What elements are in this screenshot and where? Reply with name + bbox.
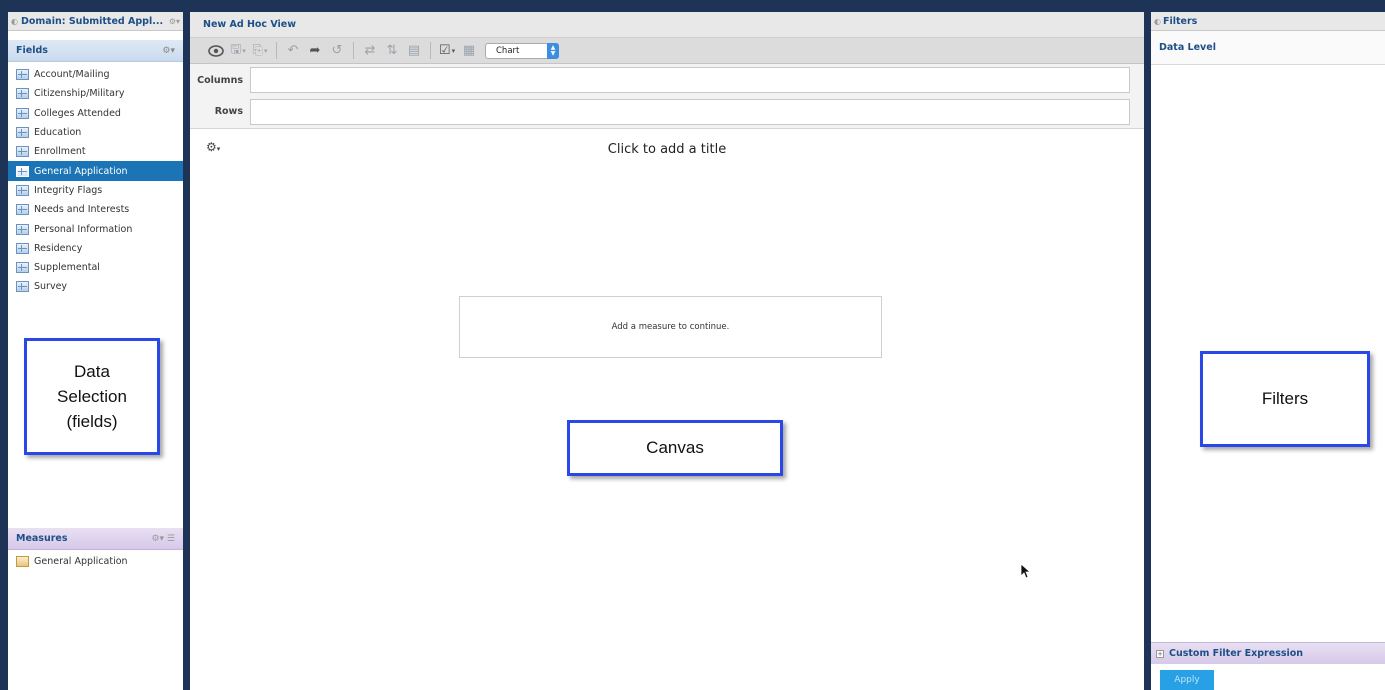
rows-drop-zone[interactable]	[250, 98, 1130, 125]
field-label: Integrity Flags	[34, 184, 103, 196]
canvas: ⚙▾ Click to add a title Add a measure to…	[190, 129, 1144, 690]
pivot-icon[interactable]: ⇄	[361, 42, 379, 60]
measures-header-label: Measures	[16, 533, 68, 544]
field-item[interactable]: Needs and Interests	[8, 200, 183, 219]
data-selection-panel: ◐ Domain: Submitted Appl... ⚙▾ Fields ⚙▾…	[8, 12, 183, 690]
mouse-pointer-icon	[1020, 563, 1031, 579]
save-icon[interactable]: 🖫 ▾	[229, 42, 247, 60]
toolbar-divider	[430, 42, 431, 59]
field-item[interactable]: Residency	[8, 239, 183, 258]
field-label: Supplemental	[34, 262, 100, 274]
data-source-icon[interactable]: ▦	[460, 42, 478, 60]
chart-title[interactable]: Click to add a title	[190, 142, 1144, 157]
table-icon	[16, 146, 29, 158]
filters-bar[interactable]: ◐ Filters	[1151, 12, 1385, 31]
data-selection-callout: Data Selection (fields)	[24, 338, 160, 455]
filters-title: Filters	[1162, 15, 1198, 27]
columns-drop-zone[interactable]	[250, 67, 1130, 93]
field-item[interactable]: Enrollment	[8, 142, 183, 161]
collapse-icon[interactable]: ◐	[11, 17, 18, 26]
custom-filter-expression-header[interactable]: + Custom Filter Expression	[1151, 642, 1385, 664]
field-label: Personal Information	[34, 223, 133, 235]
adhoc-designer: ◐ Domain: Submitted Appl... ⚙▾ Fields ⚙▾…	[0, 0, 1385, 690]
custom-filter-label: Custom Filter Expression	[1169, 648, 1304, 659]
fields-header: Fields ⚙▾	[8, 40, 183, 62]
toolbar-divider	[353, 42, 354, 59]
table-icon	[16, 281, 29, 293]
field-item[interactable]: Supplemental	[8, 258, 183, 277]
measure-table-icon	[16, 555, 29, 567]
table-icon	[16, 242, 29, 254]
field-item[interactable]: Integrity Flags	[8, 181, 183, 200]
view-type-value: Chart	[496, 45, 520, 56]
undo-all-icon[interactable]: ↺	[328, 42, 346, 60]
callout-line-2: Selection	[57, 387, 127, 406]
field-item[interactable]: Survey	[8, 277, 183, 296]
callout-line-3: (fields)	[66, 412, 118, 431]
table-icon	[16, 107, 29, 119]
field-label: Needs and Interests	[34, 204, 130, 216]
domain-gear-icon[interactable]: ⚙▾	[169, 17, 180, 26]
table-icon	[16, 127, 29, 139]
field-label: Colleges Attended	[34, 107, 121, 119]
canvas-callout: Canvas	[567, 420, 783, 476]
fields-header-label: Fields	[16, 45, 48, 56]
preview-eye-icon[interactable]	[207, 42, 225, 60]
select-arrows-icon: ▲ ▼	[547, 42, 559, 59]
field-label: Survey	[34, 281, 68, 293]
rows-label: Rows	[214, 106, 243, 117]
toolbar-divider	[276, 42, 277, 59]
view-title: New Ad Hoc View	[203, 19, 297, 30]
collapse-icon[interactable]: ◐	[1154, 17, 1161, 26]
apply-button[interactable]: Apply	[1160, 670, 1214, 690]
axes-area: Columns Rows	[190, 64, 1144, 129]
field-item[interactable]: Colleges Attended	[8, 104, 183, 123]
field-label: Account/Mailing	[34, 69, 110, 81]
columns-label: Columns	[197, 74, 243, 86]
field-label: Citizenship/Military	[34, 88, 125, 100]
measure-label: General Application	[34, 555, 128, 567]
filters-panel: ◐ Filters Data Level Filters + Custom Fi…	[1151, 12, 1385, 690]
table-icon	[16, 204, 29, 216]
field-item[interactable]: Account/Mailing	[8, 65, 183, 84]
field-item[interactable]: General Application	[8, 161, 183, 181]
export-icon[interactable]: ⎘ ▾	[251, 42, 269, 60]
field-item[interactable]: Personal Information	[8, 219, 183, 238]
field-item[interactable]: Citizenship/Military	[8, 84, 183, 103]
redo-icon[interactable]: ➦	[306, 42, 324, 60]
undo-icon[interactable]: ↶	[284, 42, 302, 60]
table-icon	[16, 223, 29, 235]
columns-row: Columns	[190, 64, 1144, 96]
input-controls-icon[interactable]: ▤	[405, 42, 423, 60]
view-type-select[interactable]: Chart ▲ ▼	[485, 42, 559, 59]
canvas-panel: New Ad Hoc View 🖫 ▾ ⎘ ▾ ↶ ➦ ↺ ⇄ ⇅ ▤ ☑ ▾ ▦ C…	[190, 12, 1144, 690]
empty-canvas-message: Add a measure to continue.	[459, 296, 882, 358]
table-icon	[16, 69, 29, 81]
field-label: General Application	[34, 165, 128, 177]
domain-title: Domain: Submitted Appl...	[20, 15, 164, 27]
expand-plus-icon[interactable]: +	[1156, 649, 1164, 658]
field-label: Education	[34, 127, 82, 139]
fields-gear-icon[interactable]: ⚙▾	[162, 46, 175, 56]
table-icon	[16, 165, 29, 177]
measures-gear-icon[interactable]: ⚙▾ ☰	[151, 534, 175, 544]
fields-tree: Account/Mailing Citizenship/Military Colle…	[8, 62, 183, 297]
measures-header: Measures ⚙▾ ☰	[8, 528, 183, 550]
field-label: Residency	[34, 242, 83, 254]
callout-line-1: Data	[74, 362, 110, 381]
data-level-label: Data Level	[1151, 31, 1385, 65]
measure-item[interactable]: General Application	[8, 552, 183, 570]
table-icon	[16, 184, 29, 196]
options-icon[interactable]: ☑ ▾	[438, 42, 456, 60]
field-item[interactable]: Education	[8, 123, 183, 142]
sort-icon[interactable]: ⇅	[383, 42, 401, 60]
view-title-bar: New Ad Hoc View	[190, 12, 1144, 38]
table-icon	[16, 262, 29, 274]
toolbar: 🖫 ▾ ⎘ ▾ ↶ ➦ ↺ ⇄ ⇅ ▤ ☑ ▾ ▦ Chart ▲ ▼	[190, 38, 1144, 64]
field-label: Enrollment	[34, 146, 86, 158]
domain-bar[interactable]: ◐ Domain: Submitted Appl... ⚙▾	[8, 12, 183, 31]
rows-row: Rows	[190, 96, 1144, 127]
table-icon	[16, 88, 29, 100]
filters-callout: Filters	[1200, 351, 1370, 447]
